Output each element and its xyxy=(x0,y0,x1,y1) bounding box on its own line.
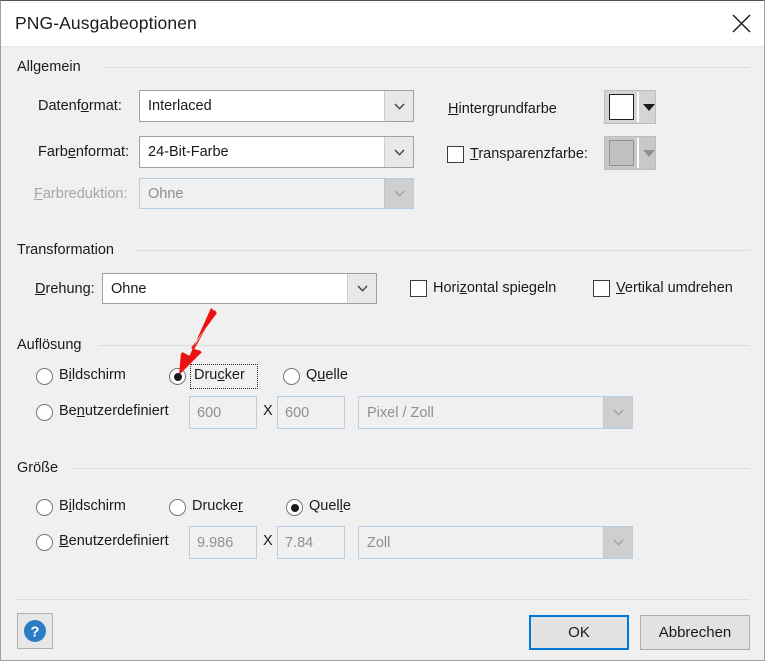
group-rule-allgemein xyxy=(103,67,750,68)
combo-farbenformat[interactable]: 24-Bit-Farbe xyxy=(139,136,414,168)
combo-aufloesung-unit: Pixel / Zoll xyxy=(358,396,633,429)
label-groesse-separator: X xyxy=(263,533,273,549)
label-horizontal-spiegeln: Horizontal spiegeln xyxy=(433,280,557,296)
label-vertikal-umdrehen: Vertikal umdrehen xyxy=(616,280,733,296)
combo-farbreduktion-value: Ohne xyxy=(148,185,184,202)
combo-drehung-value: Ohne xyxy=(111,280,147,297)
footer-divider xyxy=(15,599,750,600)
label-aufloesung-drucker: Drucker xyxy=(194,367,245,383)
radio-groesse-bildschirm[interactable] xyxy=(36,499,53,516)
transparency-color-picker-button xyxy=(604,136,656,170)
group-label-aufloesung: Auflösung xyxy=(17,337,90,353)
chevron-down-icon[interactable] xyxy=(384,137,413,167)
label-farbreduktion: Farbreduktion: xyxy=(34,186,128,202)
chevron-down-icon[interactable] xyxy=(347,274,376,303)
radio-aufloesung-quelle[interactable] xyxy=(283,368,300,385)
input-groesse-height: 7.84 xyxy=(277,526,345,559)
checkbox-transparenzfarbe[interactable] xyxy=(447,146,464,163)
group-label-allgemein: Allgemein xyxy=(17,59,89,75)
input-aufloesung-width: 600 xyxy=(189,396,257,429)
chevron-down-icon xyxy=(384,179,413,208)
group-rule-transformation xyxy=(135,250,750,251)
label-aufloesung-benutzerdefiniert: Benutzerdefiniert xyxy=(59,403,169,419)
label-farbenformat: Farbenformat: xyxy=(38,144,130,160)
label-aufloesung-quelle: Quelle xyxy=(306,367,348,383)
chevron-down-icon xyxy=(603,527,632,558)
combo-groesse-unit-value: Zoll xyxy=(367,534,391,551)
chevron-down-icon[interactable] xyxy=(384,91,413,121)
combo-drehung[interactable]: Ohne xyxy=(102,273,377,304)
radio-groesse-benutzerdefiniert[interactable] xyxy=(36,534,53,551)
radio-aufloesung-drucker[interactable] xyxy=(169,368,186,385)
background-color-swatch xyxy=(609,94,635,120)
close-icon[interactable] xyxy=(718,1,764,45)
radio-groesse-quelle[interactable] xyxy=(286,499,303,516)
triangle-down-icon xyxy=(643,149,655,157)
label-groesse-benutzerdefiniert: Benutzerdefiniert xyxy=(59,533,169,549)
group-rule-groesse xyxy=(71,468,750,469)
label-drehung: Drehung: xyxy=(35,281,95,297)
triangle-down-icon xyxy=(643,103,655,111)
help-icon[interactable]: ? xyxy=(17,613,53,649)
transparency-color-swatch xyxy=(609,140,635,166)
combo-datenformat[interactable]: Interlaced xyxy=(139,90,414,122)
checkbox-vertikal-umdrehen[interactable] xyxy=(593,280,610,297)
chevron-down-icon xyxy=(603,397,632,428)
group-rule-aufloesung xyxy=(98,345,750,346)
radio-aufloesung-benutzerdefiniert[interactable] xyxy=(36,404,53,421)
page-title: PNG-Ausgabeoptionen xyxy=(15,13,197,33)
checkbox-horizontal-spiegeln[interactable] xyxy=(410,280,427,297)
label-hintergrundfarbe: Hintergrundfarbe xyxy=(448,101,557,117)
radio-groesse-drucker[interactable] xyxy=(169,499,186,516)
input-groesse-width: 9.986 xyxy=(189,526,257,559)
label-groesse-quelle: Quelle xyxy=(309,498,351,514)
radio-aufloesung-bildschirm[interactable] xyxy=(36,368,53,385)
label-groesse-drucker: Drucker xyxy=(192,498,243,514)
label-transparenzfarbe: Transparenzfarbe: xyxy=(470,146,588,162)
label-datenformat: Datenformat: xyxy=(38,98,122,114)
group-label-transformation: Transformation xyxy=(17,242,122,258)
combo-farbenformat-value: 24-Bit-Farbe xyxy=(148,144,229,160)
background-color-picker-button[interactable] xyxy=(604,90,656,124)
ok-button[interactable]: OK xyxy=(529,615,629,650)
combo-aufloesung-unit-value: Pixel / Zoll xyxy=(367,404,434,421)
title-bar: PNG-Ausgabeoptionen xyxy=(1,1,764,47)
label-groesse-bildschirm: Bildschirm xyxy=(59,498,126,514)
label-aufloesung-bildschirm: Bildschirm xyxy=(59,367,126,383)
png-output-options-dialog: PNG-Ausgabeoptionen Allgemein Datenforma… xyxy=(0,0,765,661)
combo-farbreduktion: Ohne xyxy=(139,178,414,209)
input-aufloesung-height: 600 xyxy=(277,396,345,429)
svg-text:?: ? xyxy=(30,624,39,641)
label-aufloesung-separator: X xyxy=(263,403,273,419)
cancel-button[interactable]: Abbrechen xyxy=(640,615,750,650)
combo-datenformat-value: Interlaced xyxy=(148,98,212,114)
combo-groesse-unit: Zoll xyxy=(358,526,633,559)
group-label-groesse: Größe xyxy=(17,460,67,476)
